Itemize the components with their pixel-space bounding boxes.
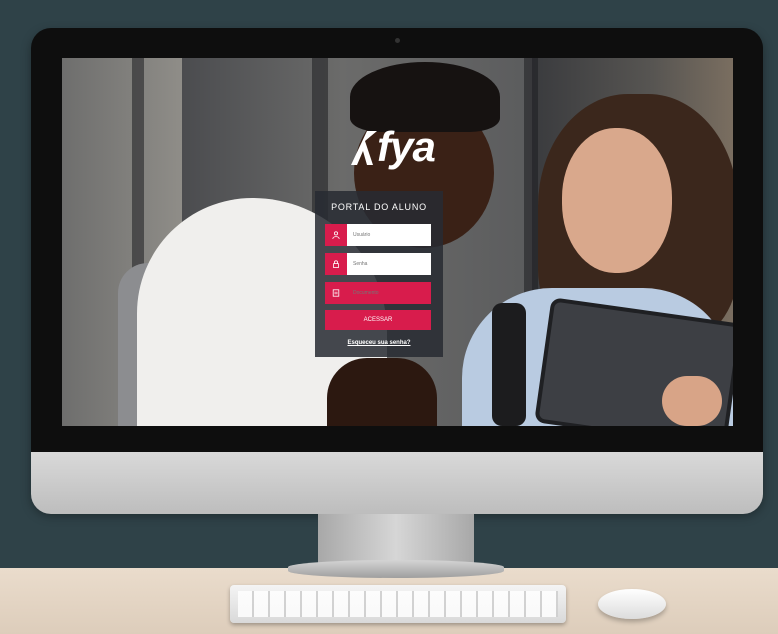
login-button[interactable]: ACESSAR xyxy=(325,310,431,330)
username-field[interactable] xyxy=(325,224,431,246)
monitor-stand xyxy=(318,514,474,564)
backpack-strap xyxy=(492,303,526,426)
keyboard xyxy=(230,585,566,623)
monitor-screen: fya PORTAL DO ALUNO ACESSAR Esqueceu sua… xyxy=(62,58,733,426)
document-field[interactable] xyxy=(325,282,431,304)
keyboard-keys xyxy=(238,591,558,617)
forgot-password-link[interactable]: Esqueceu sua senha? xyxy=(315,340,443,346)
login-panel: PORTAL DO ALUNO ACESSAR Esqueceu sua sen… xyxy=(315,191,443,357)
student-arm xyxy=(327,358,437,426)
id-card-icon xyxy=(325,282,347,304)
camera-icon xyxy=(395,38,400,43)
password-input[interactable] xyxy=(347,253,431,275)
user-icon xyxy=(325,224,347,246)
student-face xyxy=(562,128,672,273)
mouse xyxy=(598,589,666,619)
afya-logo: fya xyxy=(326,120,456,174)
lock-icon xyxy=(325,253,347,275)
password-field[interactable] xyxy=(325,253,431,275)
logo-a-mark-icon xyxy=(351,131,378,165)
document-input[interactable] xyxy=(347,282,431,304)
username-input[interactable] xyxy=(347,224,431,246)
logo-text: fya xyxy=(377,123,436,170)
student-hand xyxy=(662,376,722,426)
monitor-stand-base xyxy=(288,560,504,578)
monitor-chin xyxy=(31,452,763,514)
login-title: PORTAL DO ALUNO xyxy=(331,202,427,212)
